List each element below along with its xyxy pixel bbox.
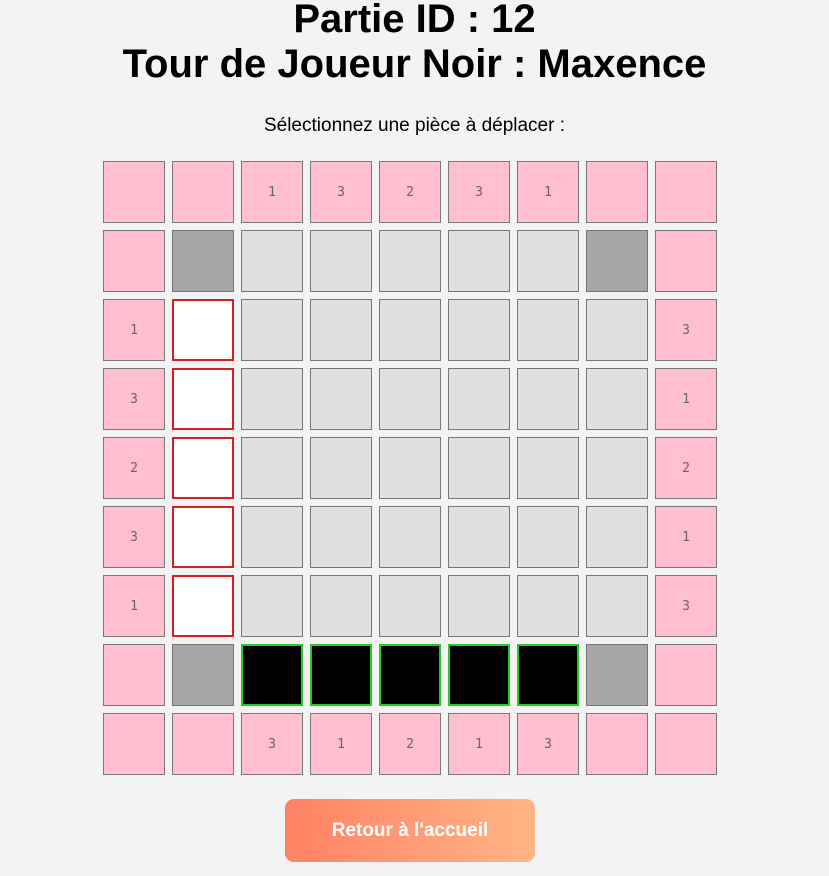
empty-cell xyxy=(241,230,303,292)
border-cell: 1 xyxy=(448,713,510,775)
white-piece xyxy=(172,437,234,499)
border-cell: 3 xyxy=(517,713,579,775)
empty-cell xyxy=(310,230,372,292)
border-cell xyxy=(586,161,648,223)
border-cell: 2 xyxy=(379,161,441,223)
black-piece[interactable] xyxy=(448,644,510,706)
empty-cell xyxy=(241,368,303,430)
instruction-text: Sélectionnez une pièce à déplacer : xyxy=(263,115,566,136)
corner-cell xyxy=(172,644,234,706)
black-piece[interactable] xyxy=(517,644,579,706)
border-cell: 3 xyxy=(655,299,717,361)
border-cell: 3 xyxy=(655,575,717,637)
black-piece[interactable] xyxy=(310,644,372,706)
empty-cell xyxy=(586,299,648,361)
border-cell: 1 xyxy=(655,506,717,568)
empty-cell xyxy=(379,575,441,637)
empty-cell xyxy=(379,506,441,568)
empty-cell xyxy=(310,299,372,361)
border-cell: 1 xyxy=(655,368,717,430)
empty-cell xyxy=(517,230,579,292)
corner-cell xyxy=(172,230,234,292)
border-cell: 2 xyxy=(655,437,717,499)
border-cell xyxy=(103,713,165,775)
border-cell: 1 xyxy=(103,575,165,637)
empty-cell xyxy=(448,230,510,292)
border-cell xyxy=(172,161,234,223)
empty-cell xyxy=(379,230,441,292)
empty-cell xyxy=(241,437,303,499)
border-cell xyxy=(655,644,717,706)
border-cell: 1 xyxy=(103,299,165,361)
border-cell: 1 xyxy=(310,713,372,775)
border-cell: 2 xyxy=(379,713,441,775)
border-cell xyxy=(172,713,234,775)
black-piece[interactable] xyxy=(379,644,441,706)
white-piece xyxy=(172,506,234,568)
game-board: 13231133122311331213 xyxy=(103,161,717,775)
empty-cell xyxy=(379,368,441,430)
border-cell: 3 xyxy=(448,161,510,223)
border-cell: 3 xyxy=(241,713,303,775)
empty-cell xyxy=(448,437,510,499)
white-piece xyxy=(172,299,234,361)
empty-cell xyxy=(517,506,579,568)
empty-cell xyxy=(310,575,372,637)
home-button[interactable]: Retour à l'accueil xyxy=(285,799,535,862)
empty-cell xyxy=(241,575,303,637)
empty-cell xyxy=(379,299,441,361)
empty-cell xyxy=(379,437,441,499)
empty-cell xyxy=(310,368,372,430)
border-cell xyxy=(655,230,717,292)
border-cell xyxy=(103,230,165,292)
empty-cell xyxy=(448,299,510,361)
black-piece[interactable] xyxy=(241,644,303,706)
corner-cell xyxy=(586,230,648,292)
border-cell: 3 xyxy=(103,368,165,430)
border-cell xyxy=(103,161,165,223)
game-id-title: Partie ID : 12 xyxy=(293,0,536,41)
empty-cell xyxy=(310,506,372,568)
empty-cell xyxy=(517,575,579,637)
border-cell: 1 xyxy=(241,161,303,223)
border-cell: 3 xyxy=(103,506,165,568)
empty-cell xyxy=(517,368,579,430)
white-piece xyxy=(172,368,234,430)
empty-cell xyxy=(310,437,372,499)
border-cell: 3 xyxy=(310,161,372,223)
turn-title: Tour de Joueur Noir : Maxence xyxy=(122,42,707,86)
corner-cell xyxy=(586,644,648,706)
white-piece xyxy=(172,575,234,637)
empty-cell xyxy=(448,506,510,568)
empty-cell xyxy=(448,575,510,637)
border-cell xyxy=(655,161,717,223)
empty-cell xyxy=(517,437,579,499)
border-cell: 2 xyxy=(103,437,165,499)
empty-cell xyxy=(448,368,510,430)
empty-cell xyxy=(586,437,648,499)
border-cell xyxy=(586,713,648,775)
empty-cell xyxy=(241,299,303,361)
empty-cell xyxy=(241,506,303,568)
empty-cell xyxy=(517,299,579,361)
empty-cell xyxy=(586,506,648,568)
border-cell xyxy=(103,644,165,706)
empty-cell xyxy=(586,575,648,637)
border-cell: 1 xyxy=(517,161,579,223)
empty-cell xyxy=(586,368,648,430)
border-cell xyxy=(655,713,717,775)
